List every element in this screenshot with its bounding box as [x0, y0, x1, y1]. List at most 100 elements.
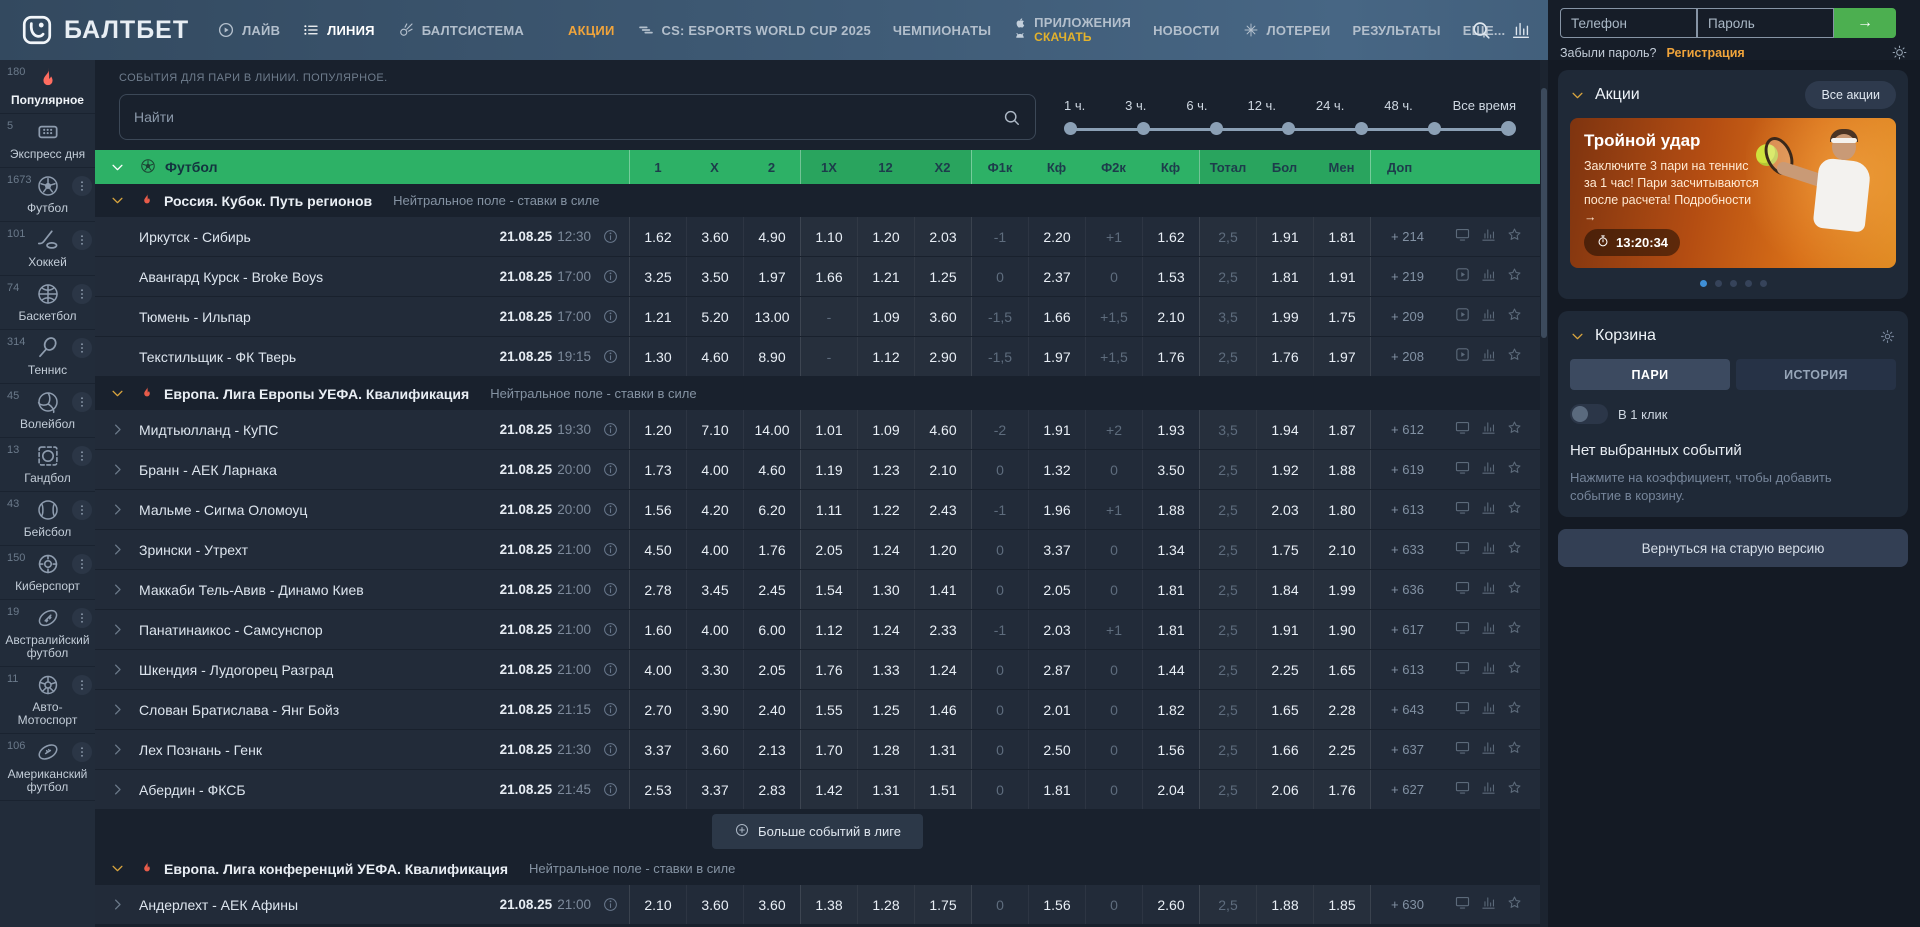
odds-cell[interactable]: 1.41: [914, 570, 971, 609]
nav-item-результаты[interactable]: РЕЗУЛЬТАТЫ: [1352, 23, 1440, 38]
odds-cell[interactable]: 2.90: [914, 337, 971, 376]
time-option-label[interactable]: 48 ч.: [1384, 98, 1412, 113]
more-markets-count[interactable]: + 617: [1370, 610, 1444, 649]
odds-cell[interactable]: 1.60: [629, 610, 686, 649]
sport-menu-button[interactable]: [72, 230, 92, 250]
expand-match-button[interactable]: [95, 422, 139, 437]
odds-cell[interactable]: 2.45: [743, 570, 800, 609]
odds-cell[interactable]: 1.81: [1142, 610, 1199, 649]
favorite-star-icon[interactable]: [1506, 306, 1523, 328]
odds-cell[interactable]: 1.30: [857, 570, 914, 609]
odds-cell[interactable]: 1.25: [914, 257, 971, 296]
video-icon[interactable]: [1454, 266, 1471, 288]
login-submit-button[interactable]: →: [1834, 8, 1896, 38]
time-option-dot[interactable]: [1428, 122, 1441, 135]
odds-cell[interactable]: 2.13: [743, 730, 800, 769]
nav-item-apps[interactable]: ПРИЛОЖЕНИЯСКАЧАТЬ: [1013, 16, 1131, 45]
odds-cell[interactable]: 1.38: [800, 885, 857, 924]
odds-cell[interactable]: 3.45: [686, 570, 743, 609]
theme-toggle-icon[interactable]: [1891, 44, 1908, 61]
one-click-toggle[interactable]: [1570, 404, 1608, 424]
more-markets-count[interactable]: + 208: [1370, 337, 1444, 376]
odds-cell[interactable]: 5.20: [686, 297, 743, 336]
match-info-icon[interactable]: [591, 741, 629, 758]
odds-cell[interactable]: 2.20: [1028, 217, 1085, 256]
odds-cell[interactable]: 2.43: [914, 490, 971, 529]
odds-cell[interactable]: 1.20: [629, 410, 686, 449]
favorite-star-icon[interactable]: [1506, 699, 1523, 721]
statistics-icon[interactable]: [1480, 579, 1497, 601]
sport-menu-button[interactable]: [72, 554, 92, 574]
odds-cell[interactable]: 2.50: [1028, 730, 1085, 769]
odds-cell[interactable]: 1.31: [857, 770, 914, 809]
match-row[interactable]: Панатинаикос - Самсунспор21.08.2521:001.…: [95, 610, 1540, 650]
time-option-label[interactable]: 3 ч.: [1125, 98, 1146, 113]
broadcast-icon[interactable]: [1454, 226, 1471, 248]
odds-cell[interactable]: 1.91: [1256, 217, 1313, 256]
favorite-star-icon[interactable]: [1506, 346, 1523, 368]
odds-cell[interactable]: 3.60: [686, 885, 743, 924]
broadcast-icon[interactable]: [1454, 539, 1471, 561]
odds-cell[interactable]: 1.21: [629, 297, 686, 336]
odds-cell[interactable]: 1.09: [857, 410, 914, 449]
odds-cell[interactable]: 1.87: [1313, 410, 1370, 449]
sport-menu-button[interactable]: [72, 338, 92, 358]
odds-cell[interactable]: 1.56: [629, 490, 686, 529]
match-teams[interactable]: Мальме - Сигма Оломоуц: [139, 502, 473, 518]
sidebar-item-basketball[interactable]: 74Баскетбол: [0, 276, 95, 330]
odds-cell[interactable]: 1.24: [857, 610, 914, 649]
collapse-league-button[interactable]: [95, 861, 139, 876]
more-markets-count[interactable]: + 219: [1370, 257, 1444, 296]
statistics-icon[interactable]: [1480, 306, 1497, 328]
odds-cell[interactable]: 1.33: [857, 650, 914, 689]
odds-cell[interactable]: 1.97: [1028, 337, 1085, 376]
sport-menu-button[interactable]: [72, 284, 92, 304]
expand-match-button[interactable]: [95, 462, 139, 477]
odds-cell[interactable]: 8.90: [743, 337, 800, 376]
promo-banner[interactable]: Тройной удар Заключите 3 пари на теннис …: [1570, 118, 1896, 268]
nav-item-лайв[interactable]: ЛАЙВ: [217, 21, 280, 39]
odds-cell[interactable]: 1.75: [914, 885, 971, 924]
expand-match-button[interactable]: [95, 622, 139, 637]
match-teams[interactable]: Зрински - Утрехт: [139, 542, 473, 558]
match-row[interactable]: Иркутск - Сибирь21.08.2512:301.623.604.9…: [95, 217, 1540, 257]
match-info-icon[interactable]: [591, 661, 629, 678]
sidebar-item-hockey[interactable]: 101Хоккей: [0, 222, 95, 276]
more-events-button[interactable]: Больше событий в лиге: [712, 814, 923, 849]
video-icon[interactable]: [1454, 346, 1471, 368]
broadcast-icon[interactable]: [1454, 499, 1471, 521]
odds-cell[interactable]: 1.85: [1313, 885, 1370, 924]
statistics-icon[interactable]: [1480, 346, 1497, 368]
odds-cell[interactable]: 1.91: [1313, 257, 1370, 296]
odds-cell[interactable]: 2.10: [914, 450, 971, 489]
favorite-star-icon[interactable]: [1506, 266, 1523, 288]
match-info-icon[interactable]: [591, 541, 629, 558]
odds-cell[interactable]: 1.94: [1256, 410, 1313, 449]
match-row[interactable]: Лех Познань - Генк21.08.2521:303.373.602…: [95, 730, 1540, 770]
odds-cell[interactable]: 1.11: [800, 490, 857, 529]
odds-cell[interactable]: 1.73: [629, 450, 686, 489]
phone-input[interactable]: [1560, 8, 1697, 38]
odds-cell[interactable]: 1.99: [1313, 570, 1370, 609]
odds-cell[interactable]: 4.00: [686, 530, 743, 569]
sidebar-item-flame[interactable]: 180Популярное: [0, 60, 95, 114]
odds-cell[interactable]: 1.44: [1142, 650, 1199, 689]
favorite-star-icon[interactable]: [1506, 499, 1523, 521]
match-row[interactable]: Андерлехт - АЕК Афины21.08.2521:002.103.…: [95, 885, 1540, 925]
sidebar-item-esports[interactable]: 150Киберспорт: [0, 546, 95, 600]
statistics-icon[interactable]: [1480, 499, 1497, 521]
odds-cell[interactable]: 1.81: [1142, 570, 1199, 609]
odds-cell[interactable]: 1.21: [857, 257, 914, 296]
match-info-icon[interactable]: [591, 701, 629, 718]
banner-dot[interactable]: [1760, 280, 1767, 287]
chevron-down-icon[interactable]: [1570, 329, 1585, 344]
match-teams[interactable]: Текстильщик - ФК Тверь: [139, 349, 473, 365]
scrollbar-thumb[interactable]: [1541, 88, 1547, 338]
time-option-label[interactable]: 12 ч.: [1247, 98, 1275, 113]
odds-cell[interactable]: 2.06: [1256, 770, 1313, 809]
sidebar-item-handball[interactable]: 13Гандбол: [0, 438, 95, 492]
forgot-password-link[interactable]: Забыли пароль?: [1560, 46, 1657, 60]
match-row[interactable]: Текстильщик - ФК Тверь21.08.2519:151.304…: [95, 337, 1540, 377]
statistics-icon[interactable]: [1480, 419, 1497, 441]
expand-match-button[interactable]: [95, 742, 139, 757]
